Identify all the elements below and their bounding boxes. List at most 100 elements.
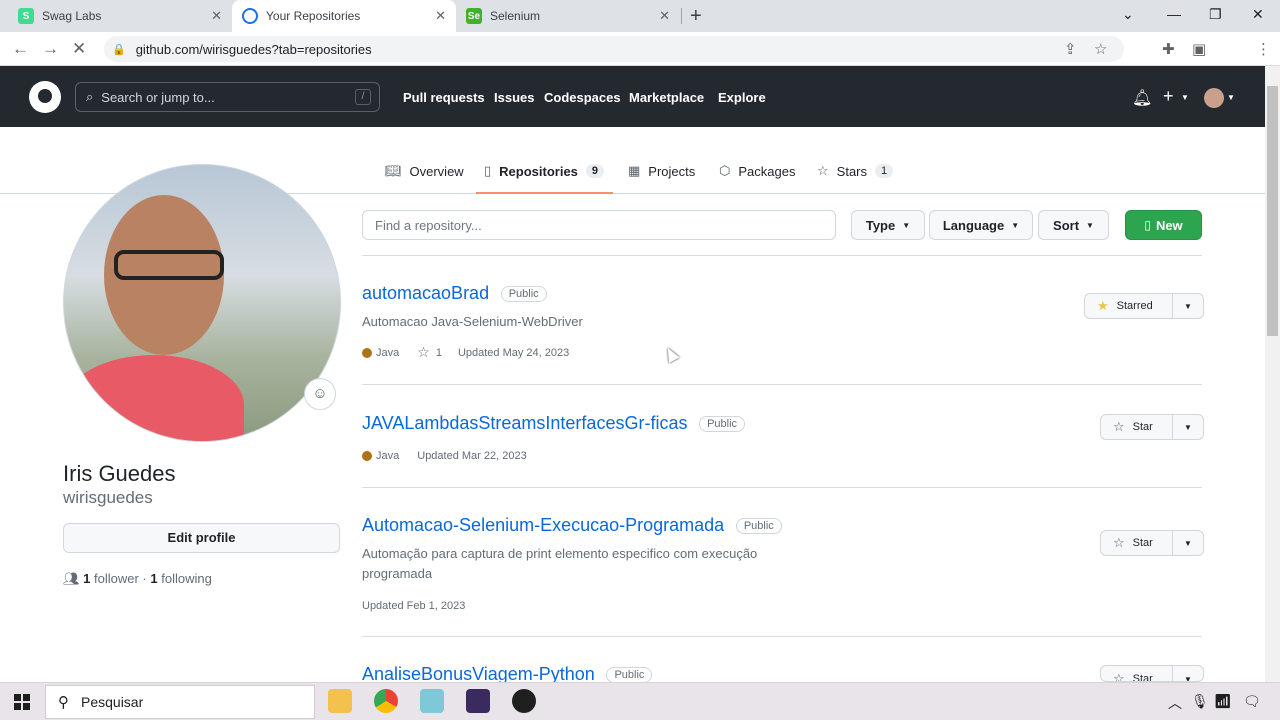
type-filter-button[interactable]: Type ▼ [851,210,925,240]
swag-labs-favicon-icon: S [18,8,34,24]
header-search[interactable]: ⌕ Search or jump to... / [75,82,380,112]
search-placeholder: Search or jump to... [101,89,215,105]
find-repository-input[interactable] [362,210,836,240]
star-button[interactable]: ☆ Star [1101,666,1173,682]
repo-meta: Java Updated Mar 22, 2023 [362,450,1202,462]
star-button[interactable]: ☆ Star [1101,415,1173,439]
chevron-down-icon[interactable]: ▼ [1227,93,1235,102]
tab-your-repositories[interactable]: Your Repositories ✕ [232,0,456,32]
tab-swag-labs[interactable]: S Swag Labs ✕ [8,0,232,32]
notifications-icon[interactable]: 🗨︎ [1243,693,1261,710]
followers-count: 1 [83,571,91,586]
close-tab-icon[interactable]: ✕ [435,8,446,24]
show-hidden-icons-chevron-up-icon[interactable]: ︿ [1168,693,1182,713]
star-label: Star [1132,537,1153,549]
bookmark-star-icon[interactable]: ☆ [1094,40,1107,58]
create-new-plus-icon[interactable]: + [1163,86,1174,107]
stargazers-link[interactable]: ☆ 1 [417,344,442,361]
chrome-icon[interactable] [374,689,398,713]
visibility-badge: Public [500,285,547,302]
counter-badge: 1 [875,164,894,178]
tab-stars[interactable]: ☆ Stars 1 [817,163,894,179]
restore-icon[interactable]: ❐ [1209,6,1222,23]
star-list-dropdown[interactable]: ▼ [1173,415,1203,439]
close-tab-icon[interactable]: ✕ [211,8,222,24]
app-icon[interactable] [512,689,536,713]
following-link[interactable]: 1 following [150,571,211,586]
star-icon: ☆ [1113,671,1125,682]
java-language-dot [362,347,372,358]
notifications-bell-icon[interactable]: 🔔︎ [1132,88,1152,108]
file-explorer-icon[interactable] [328,689,352,713]
extensions-puzzle-icon[interactable]: ✚ [1162,40,1175,58]
wifi-icon[interactable]: 📶︎ [1214,693,1232,710]
repo-item: automacaoBrad Public Automacao Java-Sele… [362,283,1202,361]
side-panel-icon[interactable]: ▣ [1192,40,1206,58]
close-tab-icon[interactable]: ✕ [659,8,670,24]
microphone-icon[interactable]: 🎙︎ [1191,693,1209,710]
set-status-smiley-icon[interactable]: ☺ [304,378,336,410]
new-repository-button[interactable]: ▯ New [1125,210,1202,240]
scrollbar-thumb[interactable] [1267,86,1278,336]
star-icon: ☆ [417,344,430,360]
browser-toolbar: ← → ✕ 🔒 github.com/wirisguedes?tab=repos… [0,32,1280,91]
repo-name-link[interactable]: automacaoBrad [362,283,489,304]
tab-projects[interactable]: ▦ Projects [628,163,695,179]
selenium-favicon-icon: Se [466,8,482,24]
tab-overview[interactable]: 📖︎ Overview [385,163,464,179]
forward-icon[interactable]: → [42,39,59,59]
repo-name-link[interactable]: JAVALambdasStreamsInterfacesGr-ficas [362,413,687,434]
windows-start-icon[interactable] [14,694,30,710]
share-icon[interactable]: ⇪ [1064,40,1077,58]
user-menu-avatar[interactable] [1204,88,1224,108]
nav-codespaces[interactable]: Codespaces [544,90,621,105]
starred-label: Starred [1116,300,1153,312]
new-tab-icon[interactable]: + [690,5,702,28]
star-list-dropdown[interactable]: ▼ [1173,294,1203,318]
browser-menu-icon[interactable]: ⋮ [1256,40,1271,58]
profile-username: wirisguedes [63,488,153,507]
tab-label: Repositories [499,163,578,179]
repo-icon: ▯ [484,163,492,178]
tab-packages[interactable]: ⬡ Packages [719,163,795,179]
sort-button[interactable]: Sort ▼ [1038,210,1109,240]
repo-name-link[interactable]: AnaliseBonusViagem-Python [362,664,595,682]
star-list-dropdown[interactable]: ▼ [1173,666,1203,682]
stop-loading-icon[interactable]: ✕ [72,39,86,59]
tab-search-icon[interactable]: ⌄ [1122,6,1134,23]
repo-item: Automacao-Selenium-Execucao-Programada P… [362,515,1202,612]
star-label: Star [1132,421,1153,433]
table-icon: ▦ [628,163,641,178]
repo-updated: Updated Mar 22, 2023 [417,450,527,462]
back-icon[interactable]: ← [12,39,29,59]
tab-label: Stars [836,163,867,179]
repo-updated: Updated Feb 1, 2023 [362,600,466,612]
repo-updated: Updated May 24, 2023 [457,346,570,359]
taskbar-search[interactable]: ⚲ Pesquisar [45,685,315,719]
address-bar[interactable]: 🔒 github.com/wirisguedes?tab=repositorie… [104,36,1124,62]
app-icon[interactable] [466,689,490,713]
nav-explore[interactable]: Explore [718,90,766,105]
github-logo-icon[interactable] [29,81,61,113]
unstar-button[interactable]: ★ Starred [1085,294,1173,318]
tab-repositories[interactable]: ▯ Repositories 9 [484,163,605,179]
follow-stats: 👥︎ 1 follower · 1 following [63,571,212,587]
star-button[interactable]: ☆ Star [1101,531,1173,555]
close-window-icon[interactable]: ✕ [1252,6,1264,23]
profile-avatar[interactable] [63,164,341,442]
chevron-down-icon[interactable]: ▼ [1181,93,1189,102]
app-icon[interactable] [420,689,444,713]
edit-profile-button[interactable]: Edit profile [63,523,340,553]
star-icon: ☆ [1113,535,1125,550]
language-filter-button[interactable]: Language ▼ [929,210,1033,240]
star-list-dropdown[interactable]: ▼ [1173,531,1203,555]
nav-issues[interactable]: Issues [494,90,534,105]
followers-link[interactable]: 1 follower [83,571,142,586]
nav-marketplace[interactable]: Marketplace [629,90,704,105]
minimize-icon[interactable]: — [1167,6,1181,22]
active-tab-underline [476,192,613,194]
nav-pull-requests[interactable]: Pull requests [403,90,485,105]
language-label: Language [942,217,1005,233]
repo-name-link[interactable]: Automacao-Selenium-Execucao-Programada [362,515,724,536]
tab-selenium[interactable]: Se Selenium ✕ [456,0,680,32]
